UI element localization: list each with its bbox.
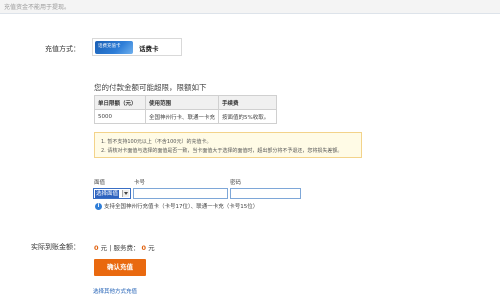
limits-header-daily: 单日限额（元） (94, 95, 146, 110)
denomination-label: 面值 (94, 180, 106, 186)
limits-table: 单日限额（元） 使用范围 手续费 5000 全国神州行卡、联通一卡充 按面值的5… (94, 95, 278, 124)
limit-title: 您的付款金额可能超限，限额如下 (94, 83, 207, 92)
denomination-select[interactable]: 选择面值 (93, 188, 131, 199)
limits-cell-scope: 全国神州行卡、联通一卡充 (144, 109, 220, 124)
confirm-recharge-button[interactable]: 确认充值 (94, 259, 146, 276)
recharge-method-label: 充值方式： (45, 45, 80, 53)
table-row: 5000 全国神州行卡、联通一卡充 按面值的5%收取。 (94, 109, 278, 124)
limits-cell-daily: 5000 (94, 109, 146, 124)
password-label: 密码 (230, 180, 242, 186)
recharge-card-image: 话费充值卡 (95, 41, 133, 54)
chevron-down-icon[interactable] (122, 190, 129, 197)
support-text: 支持全国神州行充值卡（卡号17位）、联通一卡充（卡号15位） (104, 204, 259, 210)
limits-header-fee: 手续费 (218, 95, 278, 110)
notice-box: 1. 暂不支持100元以上（不含100元）的充值卡。 2. 请核对卡面值与选择的… (94, 132, 362, 158)
password-input[interactable] (230, 188, 301, 199)
limits-header-row: 单日限额（元） 使用范围 手续费 (94, 95, 278, 110)
denomination-selected-value: 选择面值 (95, 190, 120, 198)
actual-amount-line: 0 元 | 服务费： 0 元 (94, 242, 155, 252)
card-tab-label: 话费卡 (139, 45, 159, 53)
actual-amount-value: 0 (94, 244, 99, 252)
limits-header-scope: 使用范围 (144, 95, 220, 110)
recharge-card-tab[interactable]: 话费充值卡 话费卡 (92, 38, 182, 56)
card-number-input[interactable] (133, 188, 228, 199)
actual-amount-label: 实际到账金额： (31, 243, 80, 251)
top-bar: 充值资金不能用于提现。 (0, 0, 500, 14)
amount-unit: 元 (100, 244, 108, 252)
notice-item-1: 1. 暂不支持100元以上（不含100元）的充值卡。 (101, 139, 212, 145)
info-icon: i (95, 203, 102, 210)
notice-item-2: 2. 请核对卡面值与选择的面值是否一致，当卡面值大于选择的面值时，超出部分将不予… (101, 148, 343, 154)
fee-label: 服务费： (113, 244, 140, 252)
top-note: 充值资金不能用于提现。 (4, 4, 71, 11)
separator: | (109, 244, 112, 252)
card-number-label: 卡号 (134, 180, 146, 186)
limits-cell-fee: 按面值的5%收取。 (218, 109, 278, 124)
fee-value: 0 (141, 244, 147, 252)
fee-unit: 元 (148, 244, 155, 252)
other-method-link[interactable]: 选择其他方式充值 (93, 287, 137, 295)
support-info: i 支持全国神州行充值卡（卡号17位）、联通一卡充（卡号15位） (95, 202, 258, 210)
card-image-text: 话费充值卡 (98, 44, 121, 49)
